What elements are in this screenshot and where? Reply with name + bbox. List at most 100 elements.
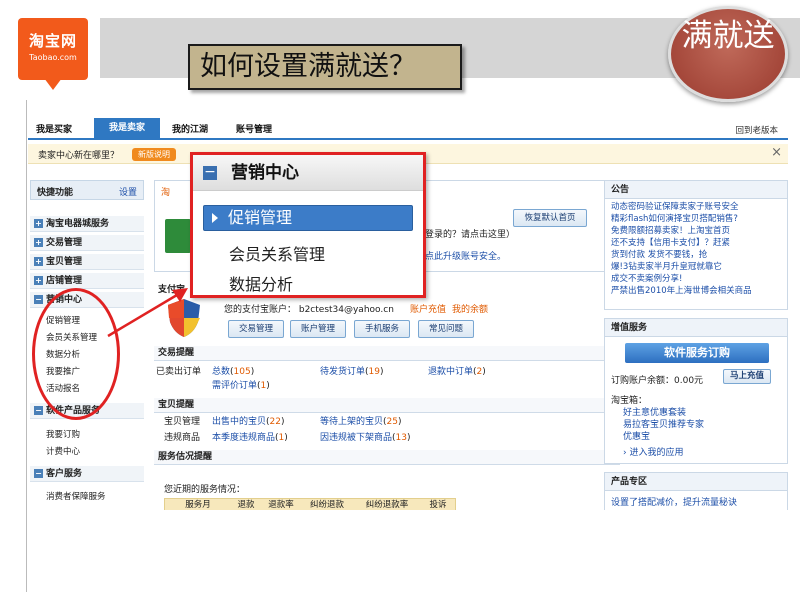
my-apps-link[interactable]: › 进入我的应用 xyxy=(623,445,683,458)
announcement-title: 公告 xyxy=(605,181,787,199)
product-panel: 产品专区 设置了搭配减价，提升流量秘诀 xyxy=(604,472,788,510)
recharge-now-button[interactable]: 马上充值 xyxy=(723,369,771,384)
sidebar-link-billing[interactable]: 计费中心 xyxy=(46,445,80,457)
announcement-item[interactable]: 货到付款 发货不要钱，抢 xyxy=(611,249,781,261)
pointer-arrow xyxy=(107,288,188,338)
col-refund: 退款 xyxy=(237,500,255,510)
popup-item-member[interactable]: 会员关系管理 xyxy=(229,241,325,265)
sidebar-link-order[interactable]: 我要订购 xyxy=(46,428,80,440)
close-icon[interactable]: × xyxy=(771,145,782,160)
value-service-panel: 增值服务 软件服务订购 订购账户余额：0.00元 马上充值 淘宝箱： 好主意优惠… xyxy=(604,318,788,464)
sidebar-link-protection[interactable]: 消费者保障服务 xyxy=(46,490,106,502)
mobile-service-button[interactable]: 手机服务 xyxy=(354,320,410,338)
sidebar-item-label: 店铺管理 xyxy=(46,276,83,286)
sidebar-item-label: 交易管理 xyxy=(46,238,83,248)
sidebar-item-trade[interactable]: + 交易管理 xyxy=(30,235,144,251)
alipay-account: 您的支付宝账户： b2ctest34@yahoo.cn xyxy=(224,305,394,315)
minus-icon: − xyxy=(34,469,43,478)
goods-waiting[interactable]: 等待上架的宝贝(25) xyxy=(320,414,402,427)
sidebar-item-label: 宝贝管理 xyxy=(46,257,83,267)
goods-reminder-header: 宝贝提醒 xyxy=(154,398,620,413)
announcement-item[interactable]: 还不支持【信用卡支付】？赶紧 xyxy=(611,237,781,249)
upgrade-text[interactable]: 点此升级账号安全。 xyxy=(425,249,506,262)
service-reminder-header: 服务估况提醒 xyxy=(154,450,620,465)
treasure-item[interactable]: 优惠宝 xyxy=(623,429,650,442)
restore-home-button[interactable]: 恢复默认首页 xyxy=(513,209,587,227)
subscribe-button[interactable]: 软件服务订购 xyxy=(625,343,769,363)
plus-icon: + xyxy=(34,238,43,247)
popup-item-label: 促销管理 xyxy=(228,208,293,227)
sidebar-item-goods[interactable]: + 宝贝管理 xyxy=(30,254,144,270)
tab-jianghu[interactable]: 我的江湖 xyxy=(172,122,208,135)
sidebar-item-label: 淘宝电器城服务 xyxy=(46,219,110,229)
topic-badge: 满就送 xyxy=(668,6,788,102)
logo-pointer xyxy=(44,78,62,90)
popup-item-data[interactable]: 数据分析 xyxy=(229,271,293,295)
goods-removed[interactable]: 因违规被下架商品(13) xyxy=(320,430,411,443)
top-nav: 我是买家 我是卖家 我的江湖 账号管理 回到老版本 xyxy=(28,118,788,140)
sidebar-item-electric[interactable]: + 淘宝电器城服务 xyxy=(30,216,144,232)
taobao-logo: 淘宝网 Taobao.com xyxy=(18,18,88,80)
violation-label: 违规商品 xyxy=(164,433,201,443)
service-status-text: 您近期的服务情况： xyxy=(164,485,246,495)
trade-manage-button[interactable]: 交易管理 xyxy=(228,320,284,338)
product-title: 产品专区 xyxy=(605,473,787,491)
collapse-icon[interactable]: − xyxy=(203,165,217,180)
balance-link[interactable]: 我的余额 xyxy=(452,302,488,315)
orders-to-review[interactable]: 需评价订单(1) xyxy=(212,378,270,391)
announcement-item[interactable]: 动态密码验证保障卖家子账号安全 xyxy=(611,201,781,213)
col-dispute-rate: 纠纷退款率 xyxy=(365,500,409,510)
tab-buyer[interactable]: 我是买家 xyxy=(36,122,72,135)
announcement-item[interactable]: 免费限额招募卖家！上淘宝首页 xyxy=(611,225,781,237)
orders-to-ship[interactable]: 待发货订单(19) xyxy=(320,364,384,377)
recharge-link[interactable]: 账户充值 xyxy=(410,302,446,315)
col-month: 服务月 xyxy=(185,500,211,510)
notice-text: 卖家中心新在哪里？ xyxy=(38,151,120,161)
product-link[interactable]: 设置了搭配减价，提升流量秘诀 xyxy=(611,495,737,508)
plus-icon: + xyxy=(34,219,43,228)
orders-refunding[interactable]: 退款中订单(2) xyxy=(428,364,486,377)
trade-reminder-header: 交易提醒 xyxy=(154,346,620,361)
value-service-title: 增值服务 xyxy=(605,319,787,337)
popup-title: 营销中心 xyxy=(193,155,423,191)
announcement-item[interactable]: 爆!3钻卖家半月升皇冠就靠它 xyxy=(611,261,781,273)
plus-icon: + xyxy=(34,257,43,266)
old-version-link[interactable]: 回到老版本 xyxy=(735,124,778,136)
settings-link[interactable]: 设置 xyxy=(119,185,137,198)
announcement-item[interactable]: 精彩flash如何演择宝贝搭配销售? xyxy=(611,213,781,225)
goods-violation[interactable]: 本季度违规商品(1) xyxy=(212,430,288,443)
announcement-panel: 公告 动态密码验证保障卖家子账号安全 精彩flash如何演择宝贝搭配销售? 免费… xyxy=(604,180,788,310)
quick-functions-title: 快捷功能 xyxy=(37,188,74,198)
alert-icon: 淘 xyxy=(161,188,171,198)
login-text[interactable]: 登录的？请点击这里） xyxy=(425,227,515,240)
sidebar-item-customer[interactable]: − 客户服务 xyxy=(30,466,144,482)
faq-button[interactable]: 常见问题 xyxy=(418,320,474,338)
plus-icon: + xyxy=(34,276,43,285)
sidebar-item-label: 客户服务 xyxy=(46,469,83,479)
goods-on-sale[interactable]: 出售中的宝贝(22) xyxy=(212,414,285,427)
marketing-center-popup: 营销中心 − 促销管理 会员关系管理 数据分析 xyxy=(190,152,426,298)
service-table-header: 服务月 退款 退款率 纠纷退款 纠纷退款率 投诉 xyxy=(164,498,456,510)
goods-manage-label: 宝贝管理 xyxy=(164,417,201,427)
account-manage-button[interactable]: 账户管理 xyxy=(290,320,346,338)
announcement-item[interactable]: 成交不卖案例分享! xyxy=(611,273,781,285)
col-refund-rate: 退款率 xyxy=(268,500,294,510)
announcement-list: 动态密码验证保障卖家子账号安全 精彩flash如何演择宝贝搭配销售? 免费限额招… xyxy=(605,199,787,299)
col-complaint: 投诉 xyxy=(429,500,447,510)
orders-total[interactable]: 总数(105) xyxy=(212,364,254,377)
tab-account[interactable]: 账号管理 xyxy=(236,122,272,135)
popup-item-promotion[interactable]: 促销管理 xyxy=(203,205,413,231)
quick-functions-header: 快捷功能 设置 xyxy=(30,180,144,200)
sold-orders-label: 已卖出订单 xyxy=(156,367,202,377)
play-icon xyxy=(212,213,218,223)
announcement-item[interactable]: 严禁出售2010年上海世博会相关商品 xyxy=(611,285,781,297)
gift-image xyxy=(165,219,191,253)
divider-line xyxy=(26,100,27,592)
col-dispute-refund: 纠纷退款 xyxy=(309,500,344,510)
slide-title: 如何设置满就送？ xyxy=(188,44,462,90)
new-version-button[interactable]: 新版说明 xyxy=(132,148,176,161)
minus-icon: − xyxy=(34,295,43,304)
account-balance: 订购账户余额：0.00元 xyxy=(611,376,704,386)
minus-icon: − xyxy=(34,406,43,415)
tab-seller[interactable]: 我是卖家 xyxy=(94,118,160,138)
